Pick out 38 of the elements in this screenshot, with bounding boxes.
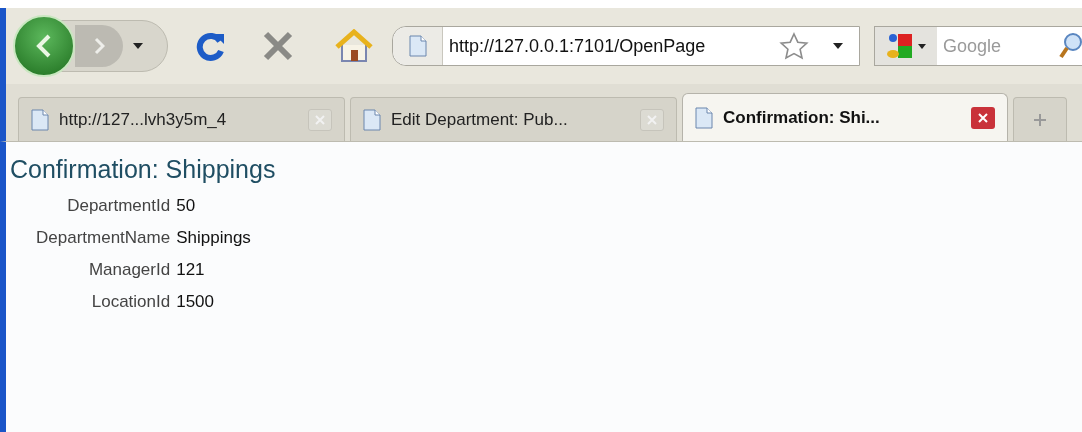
browser-tab[interactable]: Confirmation: Shi...	[682, 93, 1008, 141]
tab-title: http://127...lvh3y5m_4	[59, 108, 227, 131]
field-label: DepartmentName	[36, 227, 171, 249]
page-heading: Confirmation: Shippings	[10, 154, 277, 184]
field-label: LocationId	[90, 291, 171, 313]
page-icon	[31, 108, 49, 131]
dropdown-caret-icon	[133, 43, 143, 49]
search-field[interactable]: Google	[943, 32, 1043, 60]
home-icon	[335, 29, 373, 63]
close-icon	[647, 114, 657, 125]
field-value: Shippings	[176, 227, 251, 249]
close-icon	[315, 114, 325, 125]
tab-title: Confirmation: Shi...	[723, 106, 880, 129]
dropdown-caret-icon	[918, 43, 926, 49]
address-text: http://127.0.0.1:7101/OpenPage	[449, 34, 706, 58]
field-value: 121	[176, 259, 206, 281]
plus-icon	[1033, 112, 1047, 127]
field-value: 1500	[176, 291, 215, 313]
field-value: 50	[176, 195, 197, 217]
search-icon[interactable]	[1058, 31, 1082, 61]
field-label: ManagerId	[87, 259, 171, 281]
page-icon	[408, 35, 427, 57]
tab-title: Edit Department: Pub...	[391, 108, 568, 131]
browser-tab[interactable]: http://127...lvh3y5m_4	[18, 97, 345, 141]
search-bar[interactable]: Google	[874, 26, 1082, 66]
home-button[interactable]	[334, 28, 374, 64]
search-engine-icon	[886, 32, 914, 60]
field-label: DepartmentId	[66, 195, 171, 217]
close-icon	[978, 112, 988, 123]
star-icon[interactable]	[779, 32, 809, 60]
page-icon	[695, 106, 713, 129]
reload-icon	[195, 30, 227, 62]
close-icon	[262, 30, 294, 62]
address-bar[interactable]: http://127.0.0.1:7101/OpenPage	[392, 26, 860, 66]
page-icon	[363, 108, 381, 131]
dropdown-caret-icon[interactable]	[833, 43, 843, 49]
tab-close-button[interactable]	[971, 106, 995, 129]
browser-tab[interactable]: Edit Department: Pub...	[350, 97, 677, 141]
